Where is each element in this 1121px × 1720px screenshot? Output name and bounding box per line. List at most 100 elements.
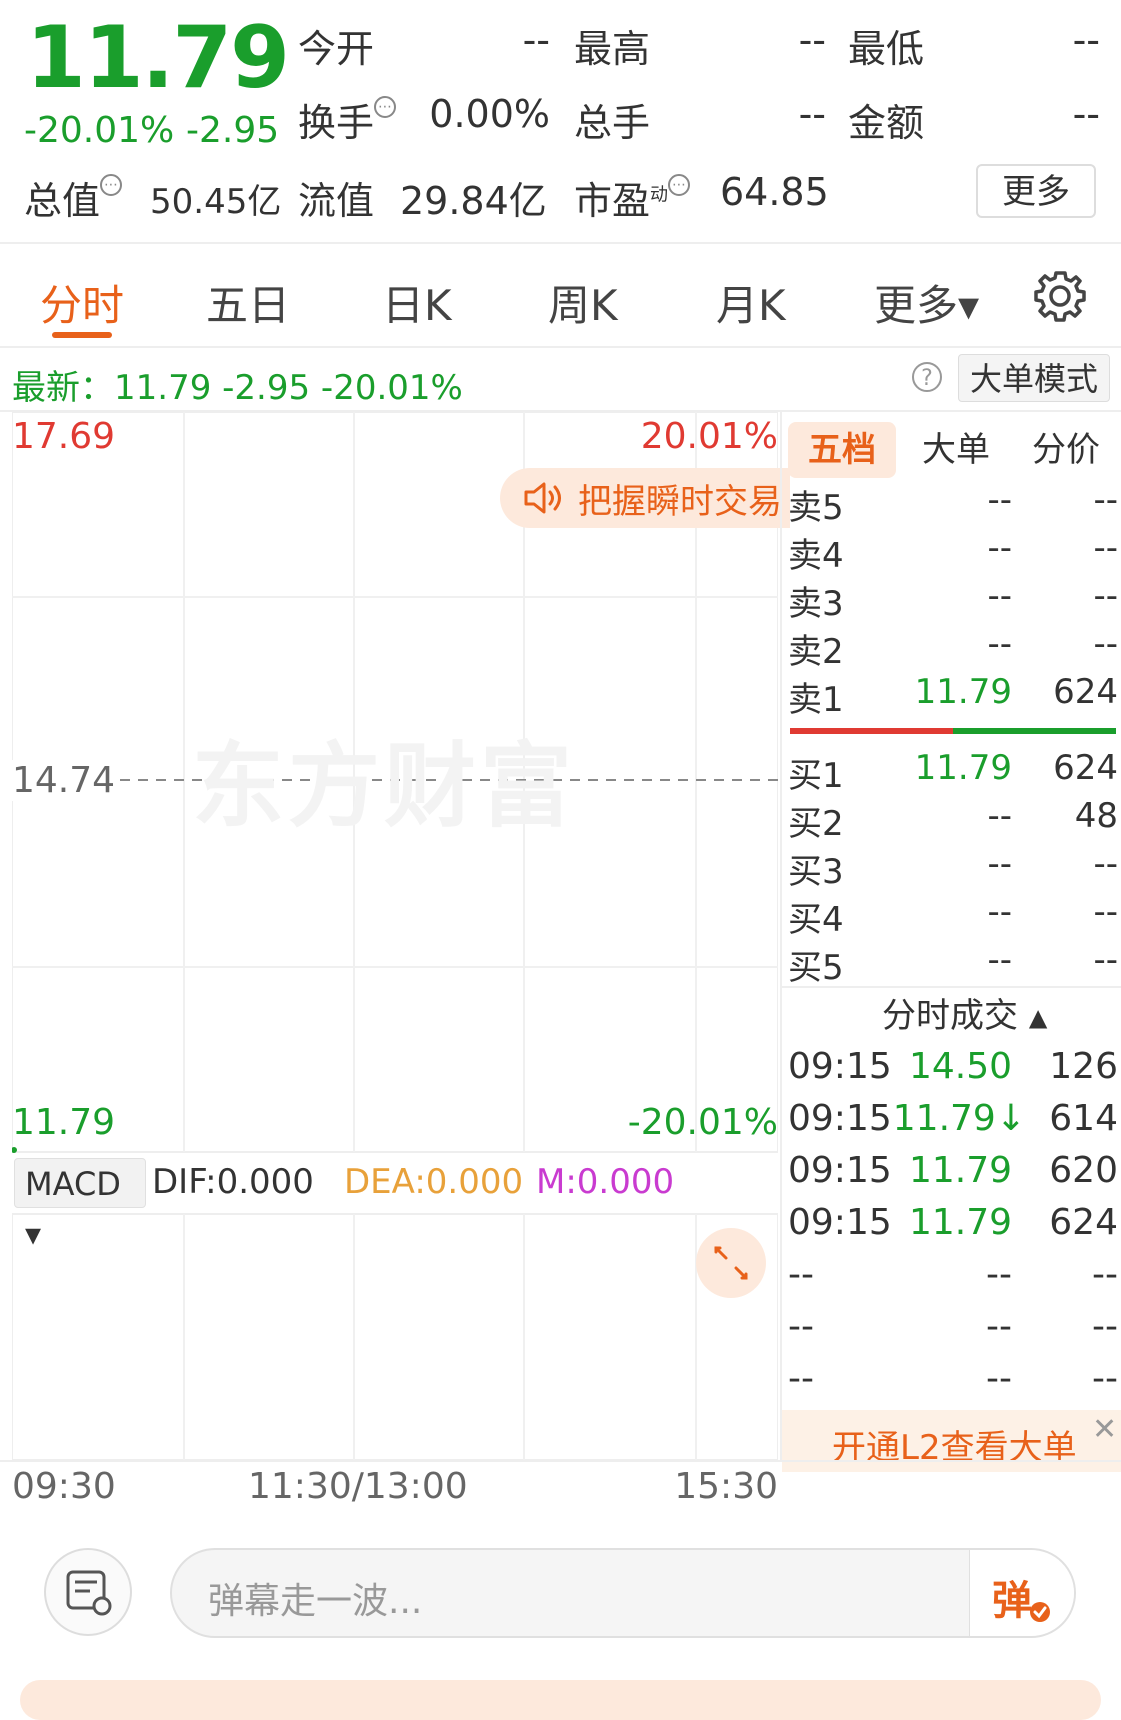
promo-pill[interactable]: 把握瞬时交易 [500,468,790,528]
tab-monthly-k[interactable]: 月K [716,272,786,333]
trade-price: -- [986,1306,1012,1347]
bid-label: 买1 [788,756,844,796]
quote-header: 11.79 -20.01% -2.95 今开 -- 最高 -- 最低 -- 换手… [0,0,1121,244]
trade-time: 09:15 [788,1098,892,1139]
caret-up-icon: ▲ [1028,1003,1048,1032]
bid-volume: -- [1093,892,1118,932]
trade-time: 09:15 [788,1046,892,1087]
trades-header[interactable]: 分时成交 ▲ [882,988,1047,1037]
tab-five-levels[interactable]: 五档 [788,422,896,478]
expand-icon [714,1246,748,1280]
tab-daily-k[interactable]: 日K [382,272,452,333]
expand-button[interactable] [696,1228,766,1298]
trade-time: 09:15 [788,1150,892,1191]
trade-time: -- [788,1358,814,1399]
trade-row: -- -- -- [788,1306,1118,1356]
ask-label: 卖2 [788,632,844,672]
tab-five-day[interactable]: 五日 [206,272,290,333]
trade-volume: 126 [1049,1046,1118,1087]
high-label: 最高 [574,27,651,71]
bid-label: 买5 [788,948,844,988]
gear-icon[interactable] [1032,268,1088,324]
bid-row-5: 买5 -- -- [788,940,1118,988]
tab-price-distribution[interactable]: 分价 [1014,422,1118,478]
notes-button[interactable] [44,1548,132,1636]
pe-value: 64.85 [720,170,829,214]
trade-row: 09:15 11.79↓ 614 [788,1098,1118,1148]
ask-volume: -- [1093,480,1118,520]
big-order-mode-button[interactable]: 大单模式 [958,354,1110,402]
trade-row: 09:15 11.79 620 [788,1150,1118,1200]
promo-text: 把握瞬时交易 [578,482,782,522]
tab-big-orders[interactable]: 大单 [906,422,1006,478]
ask-volume: 624 [1053,672,1118,712]
latest-bar: 最新：11.79 -2.95 -20.01% ? 大单模式 [0,348,1121,412]
ask-row-3: 卖3 -- -- [788,576,1118,624]
bid-row-4: 买4 -- -- [788,892,1118,940]
trade-row: -- -- -- [788,1254,1118,1304]
trade-volume: -- [1092,1306,1118,1347]
bid-price: -- [987,796,1012,836]
check-badge-icon [1030,1602,1050,1622]
bid-row-2: 买2 -- 48 [788,796,1118,844]
trade-price: 11.79 [908,1202,1012,1243]
tab-more[interactable]: 更多▾ [874,272,979,333]
bid-row-3: 买3 -- -- [788,844,1118,892]
trade-time: -- [788,1306,814,1347]
intraday-chart[interactable]: 东方财富 17.69 20.01% 14.74 11.79 -20.01% 把握… [12,412,790,1507]
pe-sup: 动 [650,184,669,206]
ask-label: 卖4 [788,536,844,576]
info-icon: ⋯ [100,174,123,196]
volume-label: 总手 [574,101,651,145]
bid-row-1: 买1 11.79 624 [788,748,1118,796]
trade-time: 09:15 [788,1202,892,1243]
bid-volume: -- [1093,844,1118,884]
notes-icon [66,1570,112,1616]
trade-volume: -- [1092,1358,1118,1399]
ask-row-4: 卖4 -- -- [788,528,1118,576]
float-label: 流值 [298,179,375,223]
close-icon[interactable]: ✕ [1092,1412,1117,1447]
ask-label: 卖5 [788,488,844,528]
pe-label[interactable]: 市盈动 ⋯ [574,170,691,225]
chart-grid [12,412,778,1460]
turnover-label[interactable]: 换手 ⋯ [298,92,397,147]
open-value: -- [522,18,550,62]
tab-intraday[interactable]: 分时 [40,272,124,333]
low-label: 最低 [848,27,925,71]
trade-price: 11.79 [908,1150,1012,1191]
more-button[interactable]: 更多 [976,164,1096,218]
trade-time: -- [788,1254,814,1295]
danmu-send-button[interactable]: 弹 [969,1550,1074,1636]
watermark: 东方财富 [192,733,577,840]
turnover-value: 0.00% [429,92,550,136]
ask-volume: -- [1093,528,1118,568]
bid-label: 买4 [788,900,844,940]
trade-volume: 620 [1049,1150,1118,1191]
time-axis-end: 15:30 [674,1466,778,1507]
bid-price: 11.79 [914,748,1012,788]
tab-weekly-k[interactable]: 周K [548,272,618,333]
bid-label: 买3 [788,852,844,892]
bottom-strip [20,1680,1101,1720]
trade-volume: 614 [1049,1098,1118,1139]
danmu-send-label: 弹 [992,1578,1032,1624]
change-percent: -20.01% [24,110,175,151]
bid-price: -- [987,940,1012,980]
trade-row: 09:15 11.79 624 [788,1202,1118,1252]
mktcap-label[interactable]: 总值 ⋯ [24,170,123,225]
trade-row: 09:15 14.50 126 [788,1046,1118,1096]
bid-volume: -- [1093,940,1118,980]
low-value: -- [1072,18,1100,62]
indicator-selector[interactable]: MACD ▾ [14,1158,146,1253]
l2-upgrade-banner[interactable]: 开通L2查看大单 ✕ [782,1410,1121,1472]
volume-value: -- [798,92,826,136]
pct-axis-top: 20.01% [640,416,778,457]
amount-label: 金额 [848,101,925,145]
danmu-input[interactable]: 弹幕走一波... 弹 [170,1548,1076,1638]
mktcap-label-text: 总值 [24,179,101,223]
speaker-icon [524,482,561,514]
turnover-label-text: 换手 [298,101,375,145]
bid-label: 买2 [788,804,844,844]
help-icon[interactable]: ? [912,362,942,392]
